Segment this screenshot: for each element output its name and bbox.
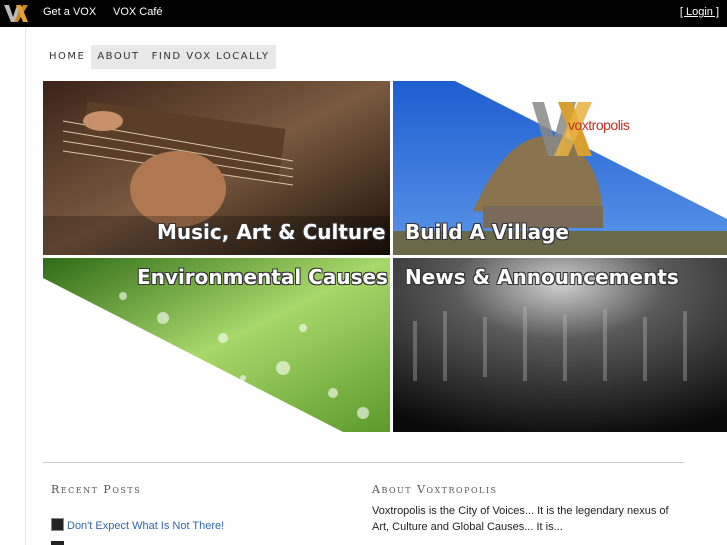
about-title: About Voxtropolis xyxy=(372,483,498,496)
recent-post-link[interactable]: Don't Expect What Is Not There! xyxy=(67,520,224,532)
main-nav: HOME ABOUT FIND VOX LOCALLY xyxy=(43,45,276,69)
recent-posts-title: Recent Posts xyxy=(51,483,142,496)
about-text: Voxtropolis is the City of Voices... It … xyxy=(372,505,669,533)
get-a-vox-link[interactable]: Get a VOX xyxy=(43,6,96,18)
post-thumbnail-icon xyxy=(51,541,64,545)
top-bar: Get a VOX VOX Café [ Login ] xyxy=(0,0,727,27)
news-tile-label[interactable]: News & Announcements xyxy=(405,265,679,289)
post-thumbnail-icon xyxy=(51,518,64,531)
vox-cafe-link[interactable]: VOX Café xyxy=(113,6,163,18)
voxtropolis-logo: voxtropolis xyxy=(532,102,652,156)
section-divider xyxy=(43,462,684,463)
vox-logo-icon[interactable] xyxy=(4,3,28,24)
music-tile-label[interactable]: Music, Art & Culture xyxy=(157,220,386,244)
nav-about[interactable]: ABOUT xyxy=(91,45,145,69)
village-tile-label[interactable]: Build A Village xyxy=(405,220,569,244)
feature-tiles: Music, Art & Culture Build A Village Env… xyxy=(43,81,727,432)
nav-find-vox-locally[interactable]: FIND VOX LOCALLY xyxy=(146,45,276,69)
login-link[interactable]: [ Login ] xyxy=(680,6,719,18)
voxtropolis-wordmark: voxtropolis xyxy=(568,117,630,133)
recent-post-item[interactable]: Don't Expect What Is Not There! xyxy=(51,518,224,532)
nav-home[interactable]: HOME xyxy=(43,45,92,69)
environment-tile-label[interactable]: Environmental Causes xyxy=(137,265,388,289)
